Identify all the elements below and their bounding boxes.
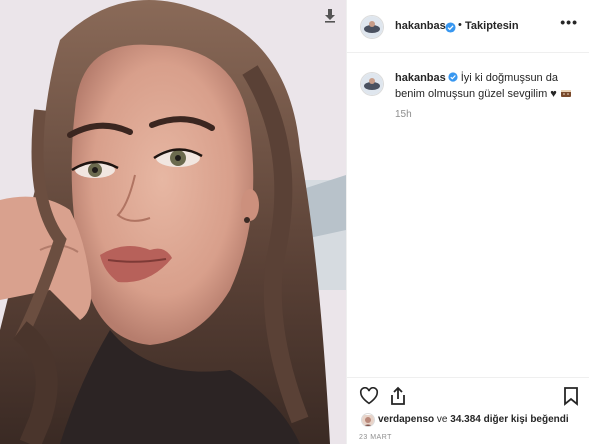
caption-timestamp: 15h (395, 109, 412, 120)
cake-emoji-icon (560, 88, 572, 100)
verified-badge-icon (448, 71, 458, 82)
header-username[interactable]: hakanbas (395, 20, 446, 32)
bookmark-icon[interactable] (563, 386, 579, 411)
header-separator: • (458, 19, 462, 31)
caption: hakanbas İyi ki doğmuşsun da benim olmuşs… (395, 70, 575, 102)
instagram-post: hakanbas • Takiptesin ••• hakanbas İyi ki… (0, 0, 589, 444)
follow-status-button[interactable]: Takiptesin (465, 20, 519, 32)
caption-username[interactable]: hakanbas (395, 72, 446, 84)
avatar[interactable] (360, 15, 384, 39)
likes-count[interactable]: 34.384 (450, 414, 481, 425)
post-date: 23 MART (359, 434, 392, 441)
portrait-image (0, 0, 346, 444)
action-bar: verdapenso ve 34.384 diğer kişi beğendi … (347, 377, 589, 444)
liker-avatar[interactable] (361, 413, 375, 427)
download-arrow-icon[interactable] (322, 7, 338, 23)
post-sidebar: hakanbas • Takiptesin ••• hakanbas İyi ki… (346, 0, 589, 444)
liker-username[interactable]: verdapenso (378, 414, 434, 425)
likes-summary[interactable]: verdapenso ve 34.384 diğer kişi beğendi (378, 414, 569, 425)
heart-icon[interactable] (359, 386, 379, 410)
post-header: hakanbas • Takiptesin ••• (347, 0, 589, 53)
more-horizontal-icon[interactable]: ••• (560, 14, 578, 30)
post-photo[interactable] (0, 0, 346, 444)
caption-avatar[interactable] (360, 72, 384, 96)
share-icon[interactable] (389, 386, 407, 411)
verified-badge-icon (445, 20, 456, 33)
